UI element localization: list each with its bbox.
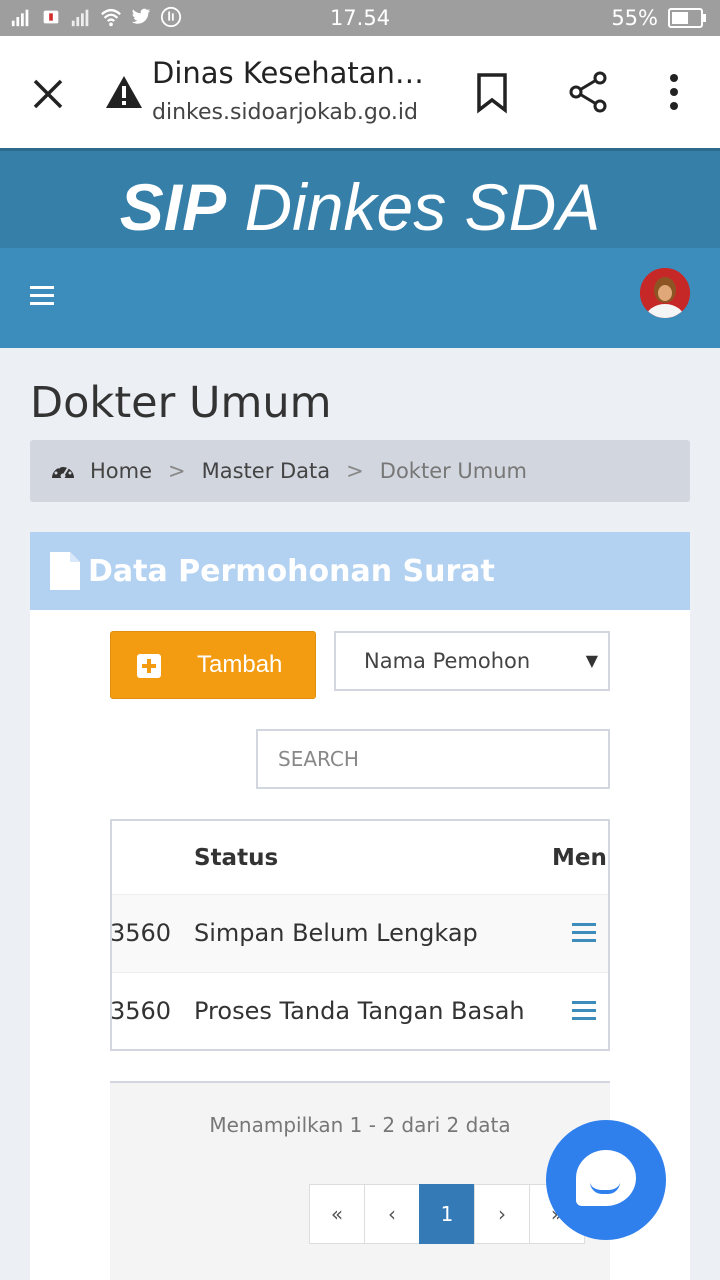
breadcrumb-separator: > <box>346 459 364 483</box>
filter-select-value: Nama Pemohon <box>364 649 531 673</box>
column-header-menu: Menu <box>552 845 608 871</box>
pagination-info: Menampilkan 1 - 2 dari 2 data <box>209 1113 511 1137</box>
next-page-button[interactable]: › <box>474 1184 530 1244</box>
table-row: 3560 Proses Tanda Tangan Basah <box>110 972 608 1049</box>
breadcrumb-current: Dokter Umum <box>379 459 528 483</box>
site-logo-bar: SIP Dinkes SDA <box>0 148 720 248</box>
page-button-1[interactable]: 1 <box>419 1184 475 1244</box>
row-status: Proses Tanda Tangan Basah <box>194 997 525 1025</box>
dashboard-icon <box>52 465 74 479</box>
more-icon[interactable] <box>660 70 688 114</box>
brand-rest: Dinkes SDA <box>244 170 601 244</box>
breadcrumb-separator: > <box>168 459 186 483</box>
site-navbar <box>0 248 720 348</box>
box-header: Data Permohonan Surat <box>30 532 690 610</box>
battery-percent: 55% <box>611 6 658 30</box>
breadcrumb-master-data[interactable]: Master Data <box>202 459 331 483</box>
first-page-button[interactable]: « <box>309 1184 365 1244</box>
table-row: 3560 Simpan Belum Lengkap <box>112 894 608 972</box>
battery-icon <box>668 8 706 28</box>
breadcrumb: Home > Master Data > Dokter Umum <box>30 440 690 502</box>
bookmark-icon[interactable] <box>474 72 510 114</box>
add-button[interactable]: Tambah <box>110 631 316 699</box>
url-display[interactable]: dinkes.sidoarjokab.go.id <box>152 100 418 125</box>
chat-button[interactable] <box>546 1120 666 1240</box>
breadcrumb-home[interactable]: Home <box>90 459 152 483</box>
menu-icon[interactable] <box>572 1001 596 1023</box>
row-id: 3560 <box>110 919 172 947</box>
avatar[interactable] <box>640 268 690 318</box>
plus-icon <box>137 654 161 678</box>
share-icon[interactable] <box>566 70 610 114</box>
browser-toolbar: Dinas Kesehatan… dinkes.sidoarjokab.go.i… <box>0 36 720 148</box>
search-input[interactable] <box>256 729 610 789</box>
menu-icon[interactable] <box>572 923 596 945</box>
page-title: Dokter Umum <box>30 378 332 428</box>
data-table[interactable]: Status Menu 3560 Simpan Belum Lengkap 35… <box>110 819 610 1051</box>
brand-bold: SIP <box>119 170 227 244</box>
column-header-status[interactable]: Status <box>194 845 278 871</box>
chevron-down-icon: ▼ <box>585 651 598 670</box>
prev-page-button[interactable]: ‹ <box>364 1184 420 1244</box>
document-icon <box>50 552 80 590</box>
warning-icon[interactable] <box>104 74 144 110</box>
close-icon[interactable] <box>26 72 70 116</box>
pagination: « ‹ 1 › » <box>309 1184 585 1244</box>
row-status: Simpan Belum Lengkap <box>194 919 478 947</box>
site-logo[interactable]: SIP Dinkes SDA <box>0 169 720 245</box>
add-button-label: Tambah <box>197 651 283 678</box>
filter-select[interactable]: Nama Pemohon ▼ <box>334 631 610 691</box>
row-id: 3560 <box>110 997 172 1025</box>
table-footer: Menampilkan 1 - 2 dari 2 data « ‹ 1 › » <box>110 1081 610 1280</box>
hamburger-icon[interactable] <box>30 286 54 308</box>
status-bar: 17.54 55% <box>0 0 720 36</box>
chat-icon <box>576 1150 636 1206</box>
box-title: Data Permohonan Surat <box>88 554 495 589</box>
page-tab-title: Dinas Kesehatan… <box>152 56 424 90</box>
